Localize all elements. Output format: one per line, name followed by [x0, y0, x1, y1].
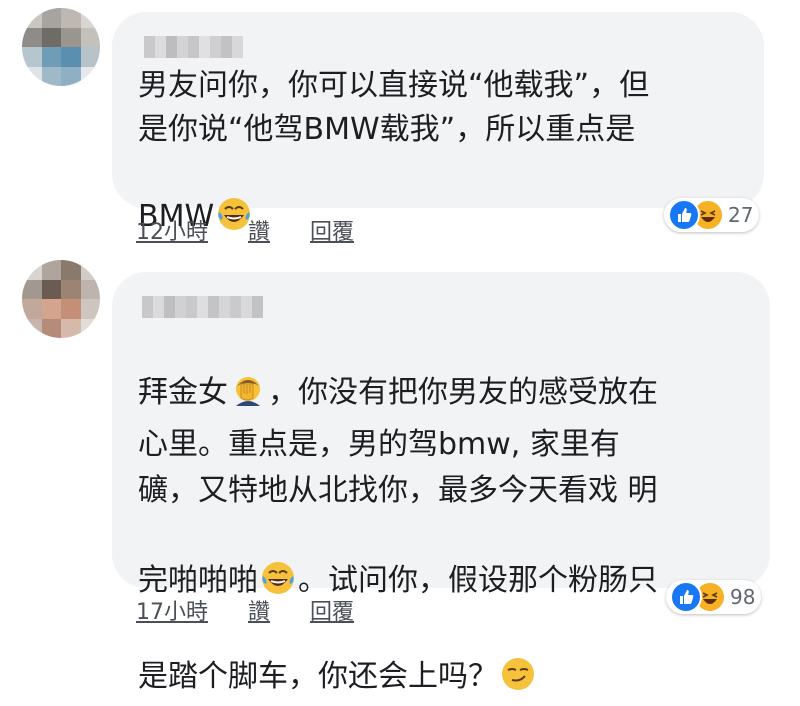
like-link-2[interactable]: 讚 [248, 594, 270, 626]
reaction-count-2: 98 [730, 585, 756, 609]
comment-timestamp-2[interactable]: 17小時 [136, 594, 208, 626]
reaction-summary-1[interactable]: 27 [664, 198, 760, 232]
reaction-summary-2[interactable]: 98 [666, 580, 762, 614]
facepalm-icon [230, 326, 266, 422]
like-reaction-icon [668, 199, 700, 231]
commenter-name-blurred-2[interactable] [142, 296, 263, 318]
comment-actions-2: 17小時 讚 回覆 [136, 594, 354, 626]
smirk-icon [500, 610, 536, 706]
like-reaction-icon [670, 581, 702, 613]
commenter-name-blurred-1[interactable] [144, 36, 243, 58]
comment-actions-1: 12小時 讚 回覆 [136, 214, 354, 246]
comment-text-2: 拜金女 ，你没有把你男友的感受放在 心里。重点是，男的驾bmw, 家里有 礦，又… [138, 326, 758, 706]
reply-link-1[interactable]: 回覆 [310, 214, 354, 246]
comment-bubble-1: 男友问你，你可以直接说“他载我”，但 是你说“他驾BMW载我”，所以重点是 BM… [112, 12, 764, 234]
reaction-count-1: 27 [728, 203, 754, 227]
commenter-avatar-1[interactable] [22, 8, 100, 86]
like-link-1[interactable]: 讚 [248, 214, 270, 246]
commenter-avatar-2[interactable] [22, 260, 100, 338]
comment-bubble-2: 拜金女 ，你没有把你男友的感受放在 心里。重点是，男的驾bmw, 家里有 礦，又… [112, 272, 770, 694]
reply-link-2[interactable]: 回覆 [310, 594, 354, 626]
comment-timestamp-1[interactable]: 12小時 [136, 214, 208, 246]
